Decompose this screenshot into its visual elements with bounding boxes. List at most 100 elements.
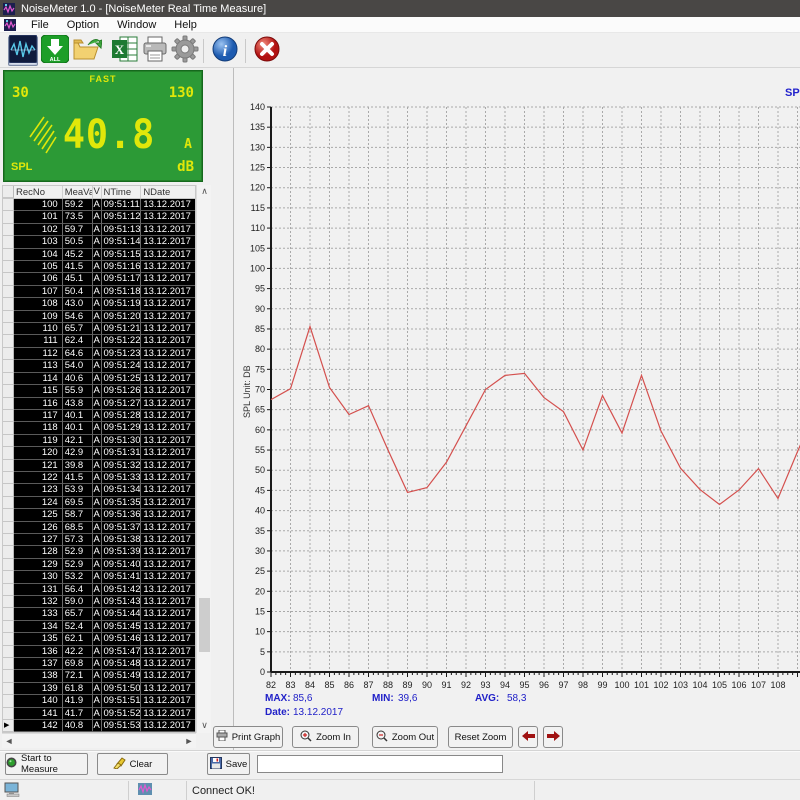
table-row[interactable]: 12469.5A09:51:3513.12.2017: [3, 497, 195, 509]
table-row[interactable]: 10350.5A09:51:1413.12.2017: [3, 236, 195, 248]
table-row[interactable]: 10541.5A09:51:1613.12.2017: [3, 261, 195, 273]
table-row[interactable]: 13365.7A09:51:4413.12.2017: [3, 608, 195, 620]
table-row[interactable]: ▶14240.8A09:51:5313.12.2017: [3, 720, 195, 732]
table-row[interactable]: 11740.1A09:51:2813.12.2017: [3, 410, 195, 422]
row-header: [3, 460, 14, 472]
table-row[interactable]: 13156.4A09:51:4213.12.2017: [3, 584, 195, 596]
table-row[interactable]: 10843.0A09:51:1913.12.2017: [3, 298, 195, 310]
open-folder-icon: [72, 35, 102, 68]
table-row[interactable]: 11065.7A09:51:2113.12.2017: [3, 323, 195, 335]
scrollbar-thumb[interactable]: [199, 598, 210, 652]
scroll-right-icon[interactable]: ►: [182, 734, 196, 749]
export-excel-button[interactable]: X: [110, 36, 140, 66]
zoom-out-button[interactable]: Zoom Out: [372, 726, 438, 748]
table-row[interactable]: 11942.1A09:51:3013.12.2017: [3, 435, 195, 447]
svg-text:93: 93: [480, 680, 490, 690]
row-header: [3, 546, 14, 558]
table-row[interactable]: 13562.1A09:51:4613.12.2017: [3, 633, 195, 645]
scroll-left-icon[interactable]: ◄: [2, 734, 16, 749]
table-row[interactable]: 11354.0A09:51:2413.12.2017: [3, 360, 195, 372]
table-row[interactable]: 13769.8A09:51:4813.12.2017: [3, 658, 195, 670]
menu-item-help[interactable]: Help: [165, 18, 206, 32]
table-row[interactable]: 10750.4A09:51:1813.12.2017: [3, 286, 195, 298]
svg-text:107: 107: [751, 680, 766, 690]
col-meaval[interactable]: MeaVal: [63, 186, 93, 198]
scroll-chart-left-button[interactable]: [518, 726, 538, 748]
table-row[interactable]: 12558.7A09:51:3613.12.2017: [3, 509, 195, 521]
settings-button[interactable]: [170, 36, 200, 66]
zoom-in-button[interactable]: Zoom In: [292, 726, 359, 748]
menu-item-option[interactable]: Option: [58, 18, 108, 32]
row-header: [3, 335, 14, 347]
table-row[interactable]: 12139.8A09:51:3213.12.2017: [3, 460, 195, 472]
svg-text:87: 87: [363, 680, 373, 690]
info-icon: i: [211, 35, 239, 68]
table-row[interactable]: 13872.1A09:51:4913.12.2017: [3, 670, 195, 682]
start-measure-button[interactable]: Start to Measure: [5, 753, 88, 775]
open-file-button[interactable]: [72, 36, 102, 66]
table-row[interactable]: 12241.5A09:51:3313.12.2017: [3, 472, 195, 484]
row-header: [3, 608, 14, 620]
title-bar[interactable]: NoiseMeter 1.0 - [NoiseMeter Real Time M…: [0, 0, 800, 17]
table-row[interactable]: 13961.8A09:51:5013.12.2017: [3, 683, 195, 695]
col-recno[interactable]: RecNo: [14, 186, 63, 198]
svg-text:25: 25: [255, 566, 265, 576]
svg-text:85: 85: [255, 324, 265, 334]
row-header: [3, 236, 14, 248]
table-row[interactable]: 14141.7A09:51:5213.12.2017: [3, 708, 195, 720]
table-row[interactable]: 14041.9A09:51:5113.12.2017: [3, 695, 195, 707]
print-button[interactable]: [140, 36, 170, 66]
row-header: [3, 298, 14, 310]
reset-zoom-button[interactable]: Reset Zoom: [448, 726, 513, 748]
export-all-button[interactable]: ALL: [40, 36, 70, 66]
table-row[interactable]: 12042.9A09:51:3113.12.2017: [3, 447, 195, 459]
table-row[interactable]: 12852.9A09:51:3913.12.2017: [3, 546, 195, 558]
table-row[interactable]: 10445.2A09:51:1513.12.2017: [3, 249, 195, 261]
row-header: [3, 596, 14, 608]
save-button[interactable]: Save: [207, 753, 250, 775]
stat-max-label: MAX:: [265, 693, 291, 704]
table-row[interactable]: 10954.6A09:51:2013.12.2017: [3, 311, 195, 323]
application-window: NoiseMeter 1.0 - [NoiseMeter Real Time M…: [0, 0, 800, 800]
table-row[interactable]: 11840.1A09:51:2913.12.2017: [3, 422, 195, 434]
exit-button[interactable]: [252, 36, 282, 66]
table-row[interactable]: 12353.9A09:51:3413.12.2017: [3, 484, 195, 496]
svg-text:SPL: SPL: [785, 87, 800, 99]
menu-item-file[interactable]: File: [22, 18, 58, 32]
print-graph-button[interactable]: Print Graph: [213, 726, 283, 748]
table-row[interactable]: 11440.6A09:51:2513.12.2017: [3, 373, 195, 385]
red-arrow-left-icon: [522, 731, 535, 744]
table-row[interactable]: 11555.9A09:51:2613.12.2017: [3, 385, 195, 397]
table-row[interactable]: 10259.7A09:51:1313.12.2017: [3, 224, 195, 236]
save-filename-input[interactable]: [257, 755, 503, 773]
table-row[interactable]: 12952.9A09:51:4013.12.2017: [3, 559, 195, 571]
table-vertical-scrollbar[interactable]: ∧ ∨: [196, 185, 211, 733]
table-row[interactable]: 11264.6A09:51:2313.12.2017: [3, 348, 195, 360]
table-row[interactable]: 12668.5A09:51:3713.12.2017: [3, 522, 195, 534]
menu-item-window[interactable]: Window: [108, 18, 165, 32]
table-row[interactable]: 13642.2A09:51:4713.12.2017: [3, 646, 195, 658]
table-row[interactable]: 12757.3A09:51:3813.12.2017: [3, 534, 195, 546]
table-row[interactable]: 11162.4A09:51:2213.12.2017: [3, 335, 195, 347]
stat-date-value: 13.12.2017: [293, 707, 343, 718]
col-v[interactable]: V: [93, 186, 102, 198]
scroll-chart-right-button[interactable]: [543, 726, 563, 748]
table-row[interactable]: 11643.8A09:51:2713.12.2017: [3, 398, 195, 410]
table-row[interactable]: 10645.1A09:51:1713.12.2017: [3, 273, 195, 285]
table-horizontal-scrollbar[interactable]: ◄ ►: [2, 733, 196, 748]
svg-text:110: 110: [251, 223, 265, 233]
table-row[interactable]: 13259.0A09:51:4313.12.2017: [3, 596, 195, 608]
info-button[interactable]: i: [210, 36, 240, 66]
table-row[interactable]: 10059.2A09:51:1113.12.2017: [3, 199, 195, 211]
waveform-display-button[interactable]: [8, 36, 38, 66]
scroll-up-icon[interactable]: ∧: [197, 185, 212, 199]
scroll-down-icon[interactable]: ∨: [197, 719, 212, 733]
clear-button[interactable]: Clear: [97, 753, 168, 775]
row-header: [3, 348, 14, 360]
table-row[interactable]: 13452.4A09:51:4513.12.2017: [3, 621, 195, 633]
row-header: [3, 261, 14, 273]
table-row[interactable]: 13053.2A09:51:4113.12.2017: [3, 571, 195, 583]
col-ntime[interactable]: NTime: [102, 186, 142, 198]
table-row[interactable]: 10173.5A09:51:1213.12.2017: [3, 211, 195, 223]
col-ndate[interactable]: NDate: [141, 186, 195, 198]
